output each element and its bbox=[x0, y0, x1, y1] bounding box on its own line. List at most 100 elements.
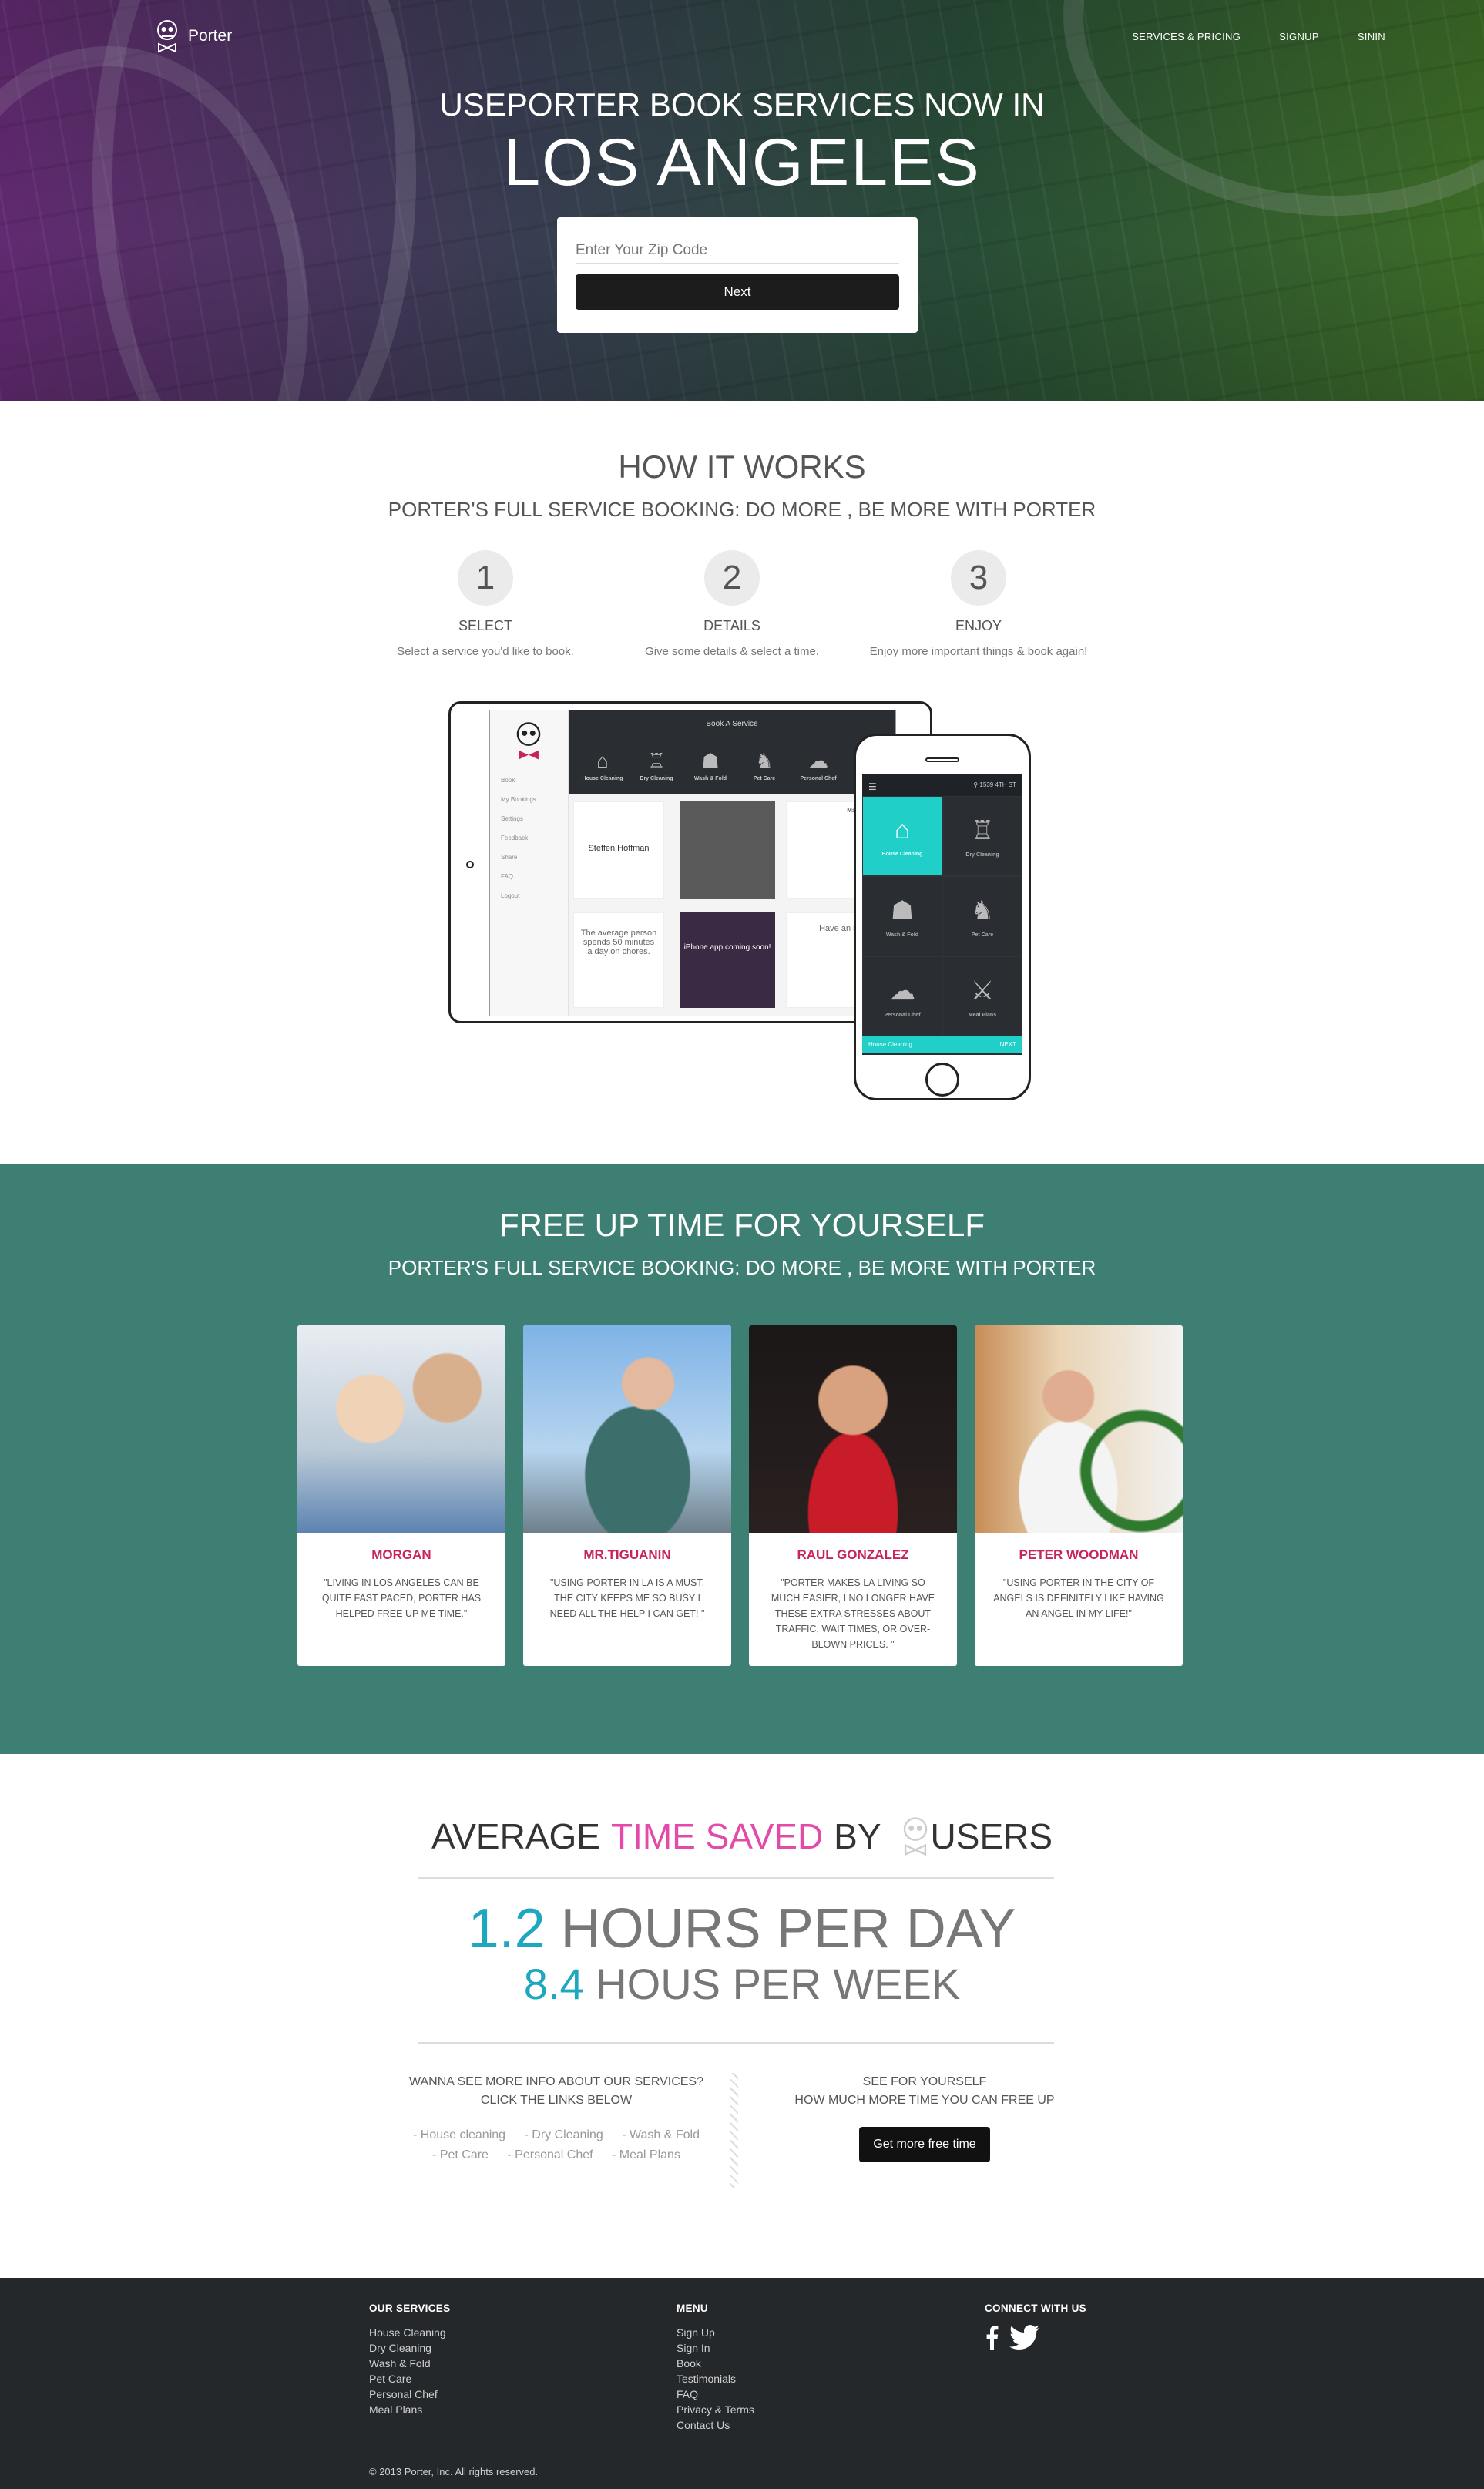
phone-service-pet-care: ♞ Pet Care bbox=[942, 876, 1022, 956]
testimonial-name: MORGAN bbox=[371, 1547, 431, 1562]
zip-code-input[interactable] bbox=[576, 237, 899, 264]
top-navigation: SERVICES & PRICING SIGNUP SININ bbox=[1132, 31, 1385, 42]
phone-screen: ☰ ⚲ 1539 4TH ST ⌂ House Cleaning ♖ Dry Cle… bbox=[862, 774, 1022, 1055]
nav-services-pricing[interactable]: SERVICES & PRICING bbox=[1132, 31, 1241, 42]
footer-link-house-cleaning[interactable]: House Cleaning bbox=[369, 2325, 450, 2340]
testimonial-quote: "USING PORTER IN LA IS A MUST, THE CITY … bbox=[549, 1577, 705, 1619]
link-dry-cleaning[interactable]: - Dry Cleaning bbox=[525, 2128, 603, 2141]
time-saved-heading: AVERAGE TIME SAVED BY USERS bbox=[0, 1816, 1484, 1857]
testimonial-name: MR.TIGUANIN bbox=[583, 1547, 671, 1562]
testimonial-quote: "USING PORTER IN THE CITY OF ANGELS IS D… bbox=[993, 1577, 1164, 1619]
tablet-service-header: Book A Service ⌂ House Cleaning ♖ Dry Clea… bbox=[569, 710, 895, 794]
link-house-cleaning[interactable]: - House cleaning bbox=[413, 2128, 505, 2141]
footer-heading: CONNECT WITH US bbox=[985, 2303, 1086, 2314]
info-text: CLICK THE LINKS BELOW bbox=[480, 2094, 633, 2107]
copyright: © 2013 Porter, Inc. All rights reserved. bbox=[369, 2466, 539, 2477]
step-details: 2 DETAILS Give some details & select a t… bbox=[616, 550, 848, 658]
location-text: 1539 4TH ST bbox=[979, 781, 1016, 788]
footer-link-pet-care[interactable]: Pet Care bbox=[369, 2371, 450, 2387]
tablet-app-card: iPhone app coming soon! bbox=[680, 912, 775, 1008]
sidebar-item-settings: Settings bbox=[501, 815, 523, 822]
heading-text: USERS bbox=[930, 1816, 1053, 1856]
testimonials-section: FREE UP TIME FOR YOURSELF PORTER'S FULL … bbox=[0, 1164, 1484, 1754]
sidebar-item-logout: Logout bbox=[501, 892, 520, 899]
phone-selected-service: House Cleaning bbox=[868, 1041, 912, 1048]
testimonial-photo bbox=[975, 1325, 1183, 1533]
step-number: 3 bbox=[951, 550, 1006, 606]
fact-text: The average person spends 50 minutes a d… bbox=[580, 929, 657, 956]
facebook-icon[interactable] bbox=[985, 2325, 999, 2350]
hanger-icon: ⌂ bbox=[596, 749, 609, 772]
service-links: - House cleaning - Dry Cleaning - Wash &… bbox=[395, 2125, 718, 2165]
get-more-free-time-button[interactable]: Get more free time bbox=[859, 2127, 990, 2162]
hero-city: LOS ANGELES bbox=[503, 126, 981, 200]
footer-link-wash-fold[interactable]: Wash & Fold bbox=[369, 2356, 450, 2371]
footer-link-dry-cleaning[interactable]: Dry Cleaning bbox=[369, 2340, 450, 2356]
footer-link-testimonials[interactable]: Testimonials bbox=[677, 2371, 754, 2387]
tablet-service-pet-care: ♞ Pet Care bbox=[741, 749, 787, 781]
phone-location: ⚲ 1539 4TH ST bbox=[973, 781, 1016, 789]
step-description: Select a service you'd like to book. bbox=[397, 645, 574, 658]
service-label: Dry Cleaning bbox=[965, 852, 999, 858]
sidebar-item-faq: FAQ bbox=[501, 873, 514, 880]
footer-link-personal-chef[interactable]: Personal Chef bbox=[369, 2387, 450, 2402]
footer-link-contact-us[interactable]: Contact Us bbox=[677, 2417, 754, 2433]
skull-bowtie-logo-icon bbox=[903, 1817, 927, 1856]
testimonial-photo bbox=[749, 1325, 957, 1533]
footer-link-book[interactable]: Book bbox=[677, 2356, 754, 2371]
tablet-service-personal-chef: ☁ Personal Chef bbox=[795, 749, 841, 781]
twitter-icon[interactable] bbox=[1009, 2325, 1040, 2350]
tablet-fact-card: The average person spends 50 minutes a d… bbox=[573, 912, 664, 1008]
cta-text: SEE FOR YOURSELF bbox=[862, 2075, 987, 2088]
testimonial-quote: "PORTER MAKES LA LIVING SO MUCH EASIER, … bbox=[771, 1577, 935, 1650]
next-button[interactable]: Next bbox=[576, 274, 899, 310]
nav-signin[interactable]: SININ bbox=[1358, 31, 1385, 42]
sidebar-item-bookings: My Bookings bbox=[501, 796, 536, 803]
service-label: Pet Care bbox=[971, 932, 994, 938]
app-coming-text: iPhone app coming soon! bbox=[683, 943, 771, 952]
footer-link-faq[interactable]: FAQ bbox=[677, 2387, 754, 2402]
sidebar-item-book: Book bbox=[501, 777, 515, 784]
info-text: WANNA SEE MORE INFO ABOUT OUR SERVICES? bbox=[408, 2075, 703, 2088]
heading-text: AVERAGE bbox=[431, 1816, 600, 1856]
divider bbox=[418, 2042, 1054, 2044]
nav-signup[interactable]: SIGNUP bbox=[1279, 31, 1319, 42]
step-select: 1 SELECT Select a service you'd like to … bbox=[370, 550, 601, 658]
footer-link-sign-up[interactable]: Sign Up bbox=[677, 2325, 754, 2340]
shirt-icon: ♖ bbox=[970, 815, 995, 845]
phone-speaker bbox=[925, 757, 959, 762]
profile-name: Steffen Hoffman bbox=[588, 844, 650, 853]
service-label: House Cleaning bbox=[881, 852, 923, 857]
service-label: House Cleaning bbox=[582, 776, 623, 781]
link-meal-plans[interactable]: - Meal Plans bbox=[612, 2148, 680, 2162]
section-title: HOW IT WORKS bbox=[618, 448, 866, 485]
phone-mockup: ☰ ⚲ 1539 4TH ST ⌂ House Cleaning ♖ Dry Cle… bbox=[854, 734, 1031, 1100]
shirt-icon: ♖ bbox=[647, 749, 666, 772]
basket-icon: ☗ bbox=[701, 749, 720, 772]
footer-heading: MENU bbox=[677, 2303, 708, 2314]
brand-logo[interactable]: Porter bbox=[154, 18, 232, 54]
chef-hat-icon: ☁ bbox=[889, 976, 915, 1006]
service-label: Dry Cleaning bbox=[640, 776, 673, 781]
stat-value: 8.4 bbox=[523, 1960, 584, 2008]
tablet-profile-card: Steffen Hoffman bbox=[573, 801, 664, 899]
hours-per-week: 8.4 HOUS PER WEEK bbox=[0, 1959, 1484, 2009]
tablet-service-wash-fold: ☗ Wash & Fold bbox=[687, 749, 734, 781]
sidebar-item-feedback: Feedback bbox=[501, 835, 529, 841]
link-personal-chef[interactable]: - Personal Chef bbox=[507, 2148, 593, 2162]
phone-service-meal-plans: ⚔ Meal Plans bbox=[942, 956, 1022, 1036]
hero-section: Porter SERVICES & PRICING SIGNUP SININ U… bbox=[0, 0, 1484, 401]
link-pet-care[interactable]: - Pet Care bbox=[432, 2148, 489, 2162]
footer-heading: OUR SERVICES bbox=[369, 2303, 451, 2314]
hamburger-menu-icon: ☰ bbox=[868, 781, 877, 792]
phone-service-house-cleaning: ⌂ House Cleaning bbox=[862, 796, 942, 876]
phone-service-dry-cleaning: ♖ Dry Cleaning bbox=[942, 796, 1022, 876]
link-wash-fold[interactable]: - Wash & Fold bbox=[622, 2128, 700, 2141]
footer-link-sign-in[interactable]: Sign In bbox=[677, 2340, 754, 2356]
heading-text: BY bbox=[834, 1816, 881, 1856]
footer-link-privacy-terms[interactable]: Privacy & Terms bbox=[677, 2402, 754, 2417]
testimonial-photo bbox=[523, 1325, 731, 1533]
footer-link-meal-plans[interactable]: Meal Plans bbox=[369, 2402, 450, 2417]
chef-hat-icon: ☁ bbox=[808, 749, 828, 772]
testimonial-card: PETER WOODMAN "USING PORTER IN THE CITY … bbox=[975, 1325, 1183, 1666]
